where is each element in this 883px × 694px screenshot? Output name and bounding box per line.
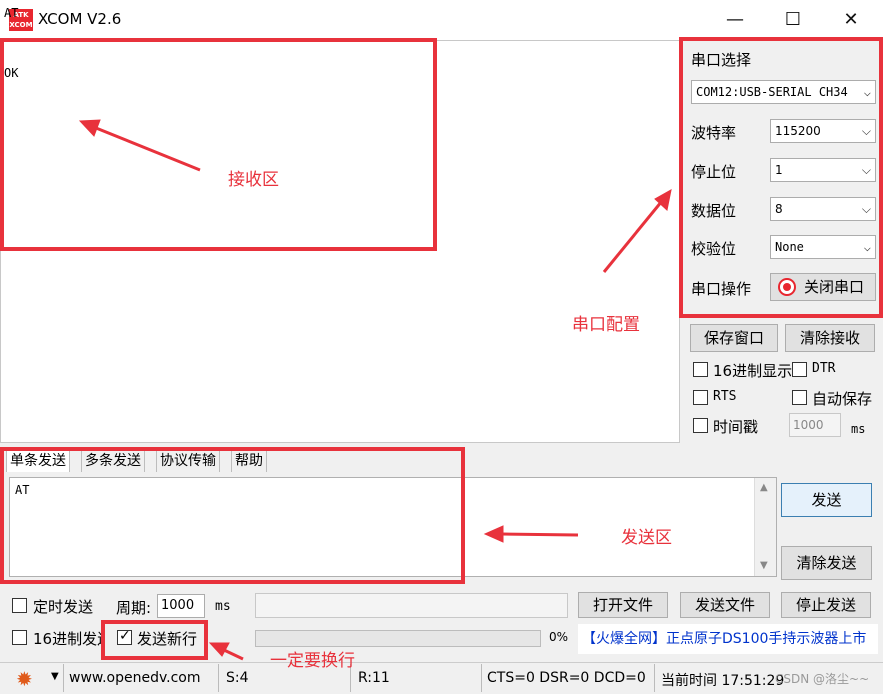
arrow-to-serial: [602, 189, 672, 273]
arrow-to-newline: [208, 642, 244, 661]
annotation-arrows: [78, 119, 672, 661]
arrow-to-send: [483, 525, 579, 543]
arrow-to-receive: [78, 119, 201, 172]
